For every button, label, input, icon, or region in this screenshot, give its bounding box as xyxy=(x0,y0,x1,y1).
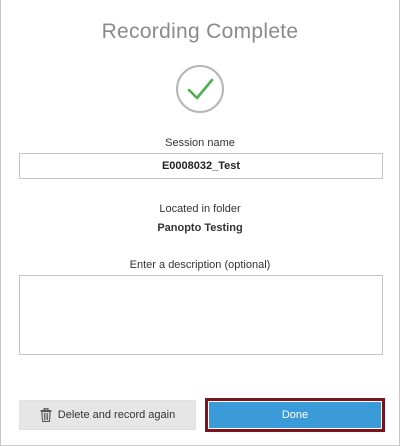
trash-icon xyxy=(40,407,52,422)
folder-label: Located in folder xyxy=(159,203,241,215)
folder-name: Panopto Testing xyxy=(157,222,243,234)
description-input[interactable] xyxy=(19,275,383,355)
dialog-title: Recording Complete xyxy=(101,20,299,43)
recording-complete-dialog: Recording Complete Session name Located … xyxy=(0,0,400,446)
done-button[interactable]: Done xyxy=(208,401,382,429)
description-label: Enter a description (optional) xyxy=(129,259,271,271)
delete-and-record-again-button[interactable]: Delete and record again xyxy=(19,400,196,430)
checkmark-circle-icon xyxy=(175,64,225,114)
session-name-label: Session name xyxy=(165,137,235,149)
delete-button-label: Delete and record again xyxy=(57,409,176,421)
done-button-label: Done xyxy=(281,409,309,421)
session-name-input[interactable] xyxy=(19,153,383,179)
